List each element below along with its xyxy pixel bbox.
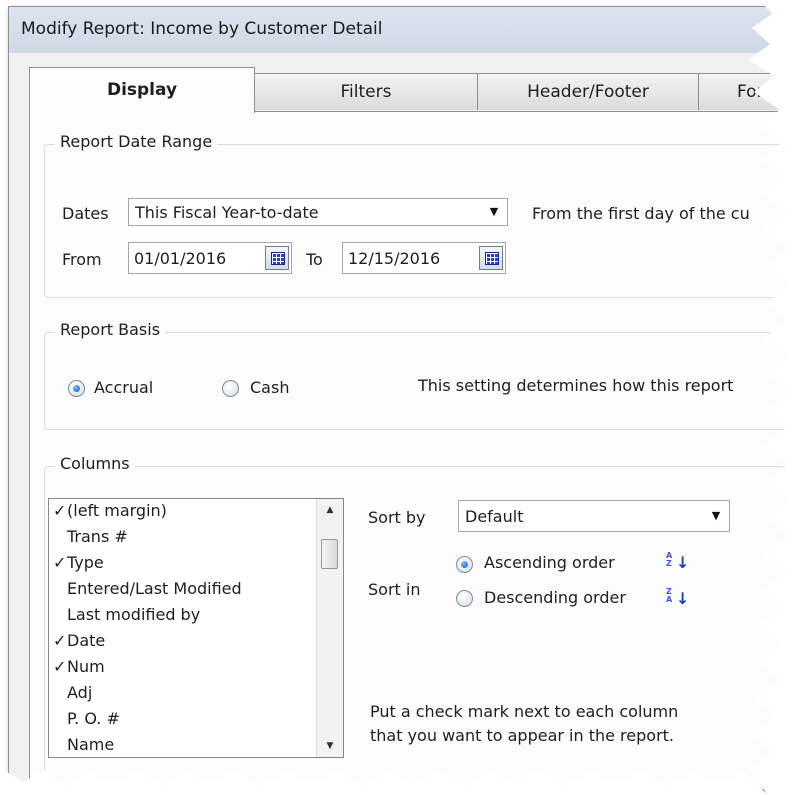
screenshot-frame: Modify Report: Income by Customer Detail… — [0, 0, 800, 795]
tab-display-label: Display — [106, 80, 178, 100]
tab-display[interactable]: Display — [29, 67, 255, 113]
torn-edge-overlay — [0, 0, 800, 795]
